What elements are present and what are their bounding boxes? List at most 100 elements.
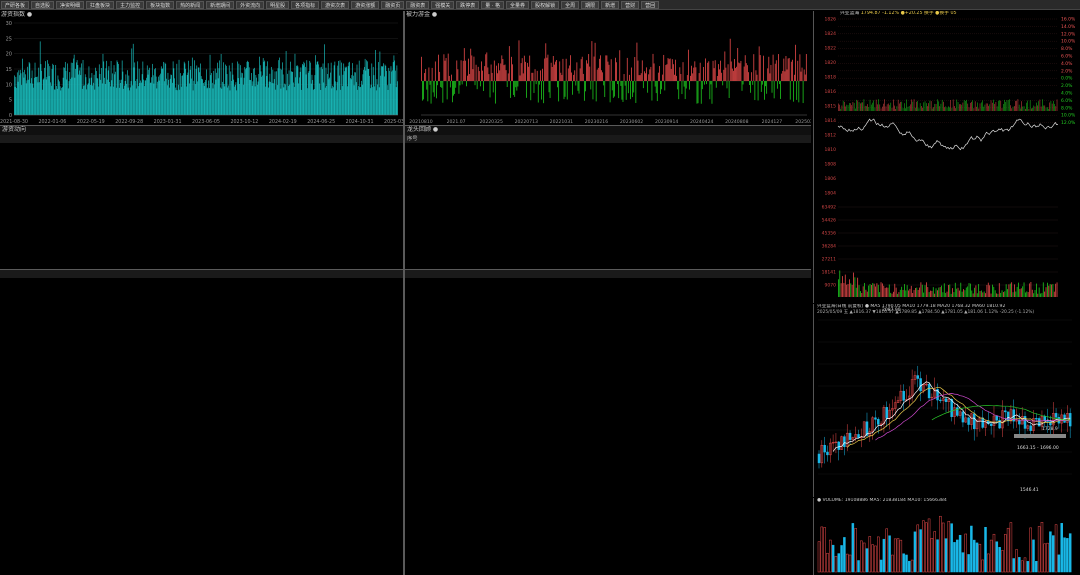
toolbar-button-11[interactable]: 游资次表 [321,1,350,9]
toolbar-button-19[interactable]: 股权解锁 [531,1,560,9]
concept-date-header[interactable] [425,135,464,144]
limit-header[interactable] [657,270,697,279]
table-row[interactable] [405,223,811,235]
table-row[interactable] [0,393,403,401]
table-row[interactable] [0,360,403,368]
toolbar-button-15[interactable]: 强模关 [431,1,455,9]
table-row[interactable] [405,278,811,286]
limit-header[interactable] [697,270,755,279]
seat-header-2[interactable] [83,135,146,144]
toolbar-button-7[interactable]: 新增期间 [206,1,235,9]
table-row[interactable] [0,467,403,475]
toolbar-button-22[interactable]: 新增 [601,1,620,9]
concept-date-header[interactable] [695,135,734,144]
limit-header[interactable] [525,270,573,279]
toolbar-button-3[interactable]: 扛盘板块 [86,1,115,9]
table-row[interactable] [0,192,403,200]
table-row[interactable] [0,286,403,294]
trade-header[interactable] [156,270,186,279]
limit-header[interactable] [477,270,525,279]
table-row[interactable] [0,458,403,466]
table-row[interactable] [0,209,403,217]
table-row[interactable] [0,176,403,184]
trade-header[interactable] [18,270,52,279]
concept-date-header[interactable] [656,135,696,144]
trade-header[interactable] [86,270,112,279]
toolbar-button-20[interactable]: 全周 [561,1,580,9]
table-row[interactable] [0,168,403,176]
concept-date-header[interactable] [463,135,503,144]
toolbar-button-21[interactable]: 期限 [581,1,600,9]
trade-header[interactable] [284,270,403,279]
limit-header[interactable] [405,270,427,279]
limit-header[interactable] [611,270,657,279]
table-row[interactable] [405,319,811,327]
table-row[interactable] [405,143,811,155]
table-row[interactable] [405,249,811,263]
toolbar-button-16[interactable]: 跌停表 [456,1,480,9]
seat-header-3[interactable] [145,135,207,144]
seat-header-7[interactable] [357,135,403,144]
table-row[interactable] [0,201,403,209]
horizontal-splitter-1[interactable] [0,125,811,126]
toolbar-button-6[interactable]: 热的新闻 [176,1,205,9]
concept-date-header[interactable] [733,135,773,144]
toolbar-button-12[interactable]: 游资涨额 [351,1,380,9]
table-row[interactable] [0,434,403,442]
toolbar-button-1[interactable]: 自选股 [31,1,55,9]
limit-header[interactable] [427,270,477,279]
trade-header[interactable] [186,270,220,279]
toolbar-button-9[interactable]: 明星股 [266,1,290,9]
limit-header[interactable] [755,270,811,279]
table-row[interactable] [0,184,403,192]
toolbar-button-13[interactable]: 融资页 [381,1,405,9]
table-row[interactable] [0,401,403,409]
seat-header-5[interactable] [267,135,313,144]
trade-header[interactable] [112,270,156,279]
table-row[interactable] [0,475,403,483]
table-row[interactable] [0,295,403,303]
table-row[interactable] [405,303,811,311]
table-row[interactable] [0,344,403,352]
table-row[interactable] [0,327,403,335]
trade-header[interactable] [220,270,250,279]
toolbar-button-17[interactable]: 量 · 格 [481,1,505,9]
table-row[interactable] [405,327,811,335]
table-row[interactable] [0,417,403,425]
toolbar-button-14[interactable]: 融资表 [406,1,430,9]
seat-header-1[interactable] [22,135,84,144]
trade-header[interactable] [0,270,18,279]
trade-header[interactable] [250,270,284,279]
table-row[interactable] [405,295,811,303]
seat-header-0[interactable] [0,135,23,144]
horizontal-splitter-2[interactable] [0,269,811,270]
toolbar-button-4[interactable]: 主力监控 [116,1,145,9]
toolbar-button-24[interactable]: 营回 [641,1,660,9]
trade-header[interactable] [52,270,86,279]
table-row[interactable] [0,303,403,311]
table-row[interactable] [405,181,811,195]
table-row[interactable] [0,426,403,434]
table-row[interactable] [405,336,811,344]
toolbar-button-23[interactable]: 营财 [621,1,640,9]
concept-date-header[interactable] [772,135,811,144]
table-row[interactable] [405,344,811,352]
concept-date-header[interactable] [579,135,618,144]
table-row[interactable] [0,160,403,168]
table-row[interactable] [0,385,403,393]
table-row[interactable] [405,286,811,294]
table-row[interactable] [0,225,403,233]
vertical-splitter[interactable] [403,11,405,575]
seat-header-4[interactable] [206,135,268,144]
concept-date-header[interactable] [540,135,580,144]
toolbar-button-5[interactable]: 板块指数 [146,1,175,9]
table-row[interactable] [405,311,811,319]
limit-header[interactable] [573,270,611,279]
table-row[interactable] [0,319,403,327]
concept-date-header[interactable] [502,135,541,144]
table-row[interactable] [0,483,403,491]
table-row[interactable] [405,235,811,249]
table-row[interactable] [0,217,403,225]
toolbar-button-10[interactable]: 各项指标 [291,1,320,9]
toolbar-button-0[interactable]: 产研各板 [1,1,30,9]
